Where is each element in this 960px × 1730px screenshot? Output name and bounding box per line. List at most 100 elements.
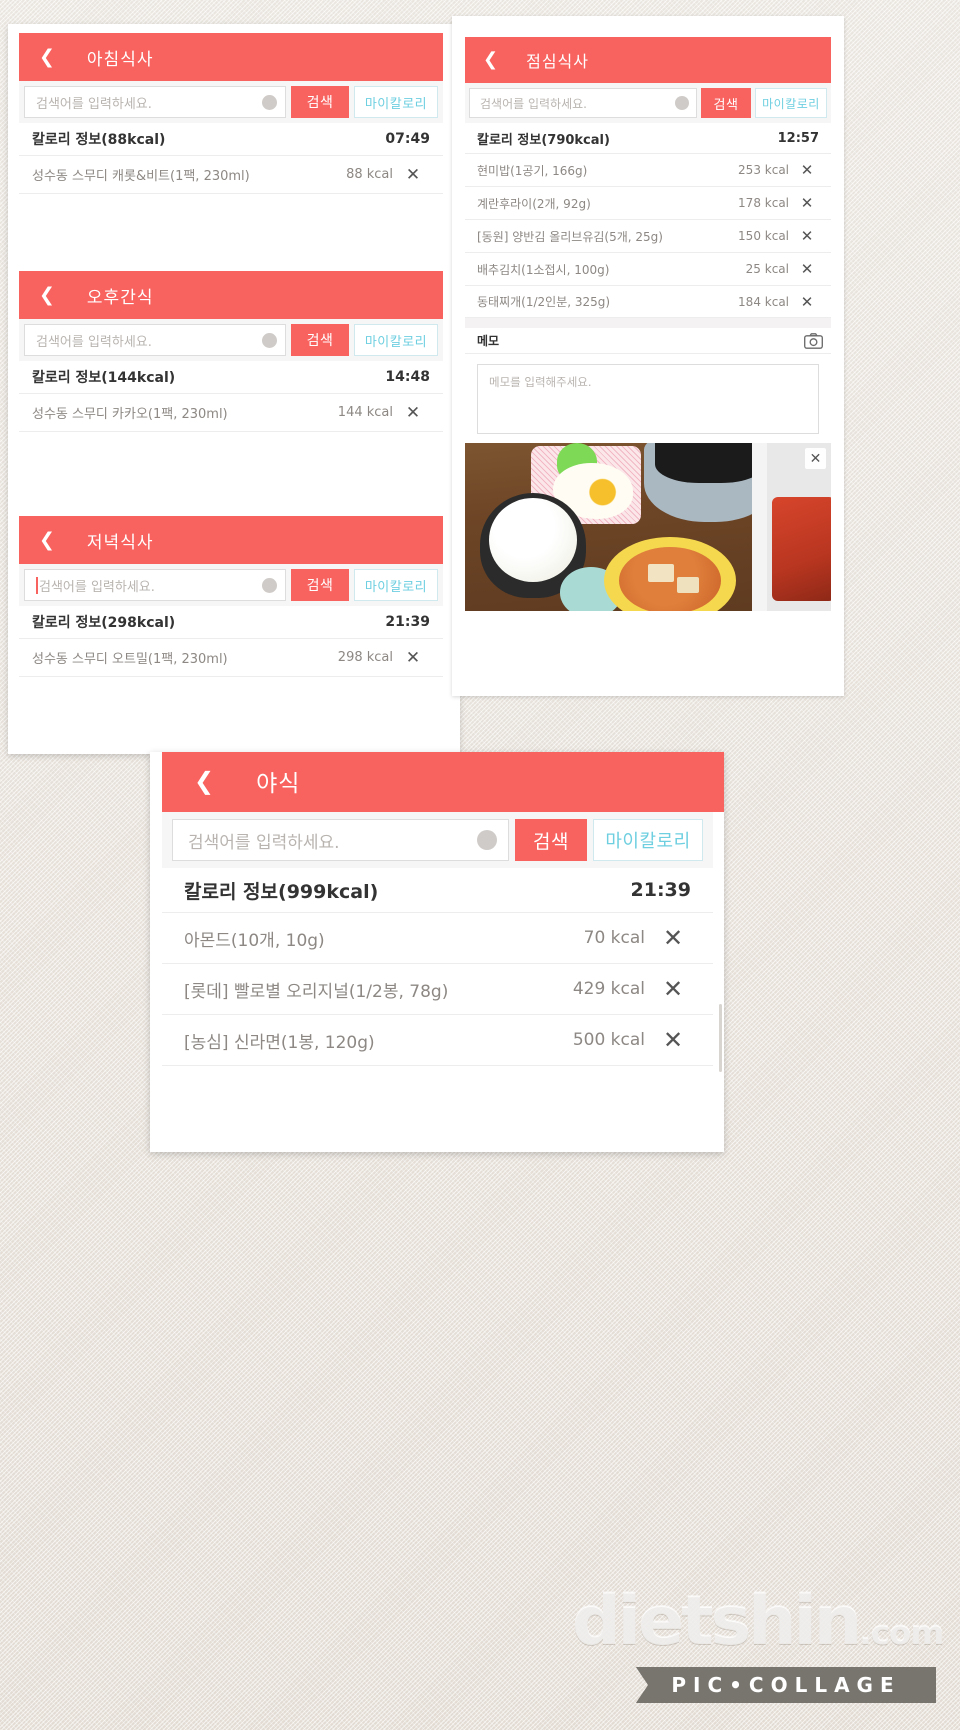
search-button[interactable]: 검색 (291, 569, 349, 601)
lunch-search-input[interactable]: 검색어를 입력하세요. (469, 88, 697, 118)
back-icon[interactable]: ❮ (39, 47, 55, 67)
search-button[interactable]: 검색 (701, 88, 751, 118)
food-kcal: 178 kcal (738, 196, 789, 210)
afternoon-snack-calorie-label: 칼로리 정보(144kcal) (32, 370, 176, 386)
late-night-calorie-label: 칼로리 정보(999kcal) (184, 880, 379, 903)
breakfast-summary: 칼로리 정보(88kcal) 07:49 (19, 123, 443, 155)
afternoon-snack-list-end (19, 431, 443, 453)
dinner-time: 21:39 (385, 614, 430, 630)
back-icon[interactable]: ❮ (39, 530, 55, 550)
table-row[interactable]: 계란후라이(2개, 92g) 178 kcal ✕ (465, 186, 831, 219)
late-night-header: ❮ 야식 (162, 752, 724, 812)
breakfast-calorie-label: 칼로리 정보(88kcal) (32, 132, 166, 148)
food-kcal: 88 kcal (346, 167, 393, 182)
mycalorie-button[interactable]: 마이칼로리 (354, 86, 438, 118)
photo-stew-tofu (648, 563, 674, 583)
camera-icon[interactable] (804, 332, 823, 349)
mycalorie-button[interactable]: 마이칼로리 (755, 88, 827, 118)
delete-icon[interactable]: ✕ (645, 1026, 701, 1054)
search-button[interactable]: 검색 (291, 86, 349, 118)
food-name: [동원] 양반김 올리브유김(5개, 25g) (477, 229, 663, 244)
clear-icon[interactable] (262, 94, 277, 110)
photo-container-lid (752, 443, 767, 611)
delete-icon[interactable]: ✕ (393, 165, 433, 185)
memo-header: 메모 (465, 328, 831, 354)
memo-textarea[interactable]: 메모를 입력해주세요. (477, 364, 819, 434)
table-row[interactable]: 성수동 스무디 오트밀(1팩, 230ml) 298 kcal ✕ (19, 638, 443, 676)
afternoon-snack-search-input[interactable]: 검색어를 입력하세요. (24, 324, 286, 356)
table-row[interactable]: 아몬드(10개, 10g) 70 kcal ✕ (162, 912, 713, 963)
breakfast-time: 07:49 (385, 131, 430, 147)
back-icon[interactable]: ❮ (483, 51, 498, 69)
search-placeholder: 검색어를 입력하세요. (36, 334, 152, 350)
dinner-header: ❮ 저녁식사 (19, 516, 443, 564)
dinner-search-input[interactable]: 검색어를 입력하세요. (24, 569, 286, 601)
memo-placeholder: 메모를 입력해주세요. (489, 375, 592, 389)
clear-icon[interactable] (262, 332, 277, 348)
delete-icon[interactable]: ✕ (645, 975, 701, 1003)
back-icon[interactable]: ❮ (39, 285, 55, 305)
lunch-time: 12:57 (777, 130, 819, 146)
clear-icon[interactable] (477, 830, 497, 850)
photo-seaweed (655, 443, 766, 484)
breakfast-search-input[interactable]: 검색어를 입력하세요. (24, 86, 286, 118)
table-row[interactable]: 성수동 스무디 캐롯&비트(1팩, 230ml) 88 kcal ✕ (19, 155, 443, 193)
lunch-calorie-label: 칼로리 정보(790kcal) (477, 132, 610, 148)
mycalorie-button[interactable]: 마이칼로리 (354, 324, 438, 356)
food-kcal: 150 kcal (738, 229, 789, 243)
search-placeholder: 검색어를 입력하세요. (188, 832, 340, 853)
delete-icon[interactable]: ✕ (789, 293, 825, 311)
back-icon[interactable]: ❮ (194, 769, 214, 793)
dietshin-watermark-domain: .com (859, 1614, 944, 1652)
search-placeholder: 검색어를 입력하세요. (36, 96, 152, 112)
piccollage-label: PIC•COLLAGE (671, 1673, 901, 1697)
delete-icon[interactable]: ✕ (789, 161, 825, 179)
table-row[interactable]: 배추김치(1소접시, 100g) 25 kcal ✕ (465, 252, 831, 285)
food-name: 동태찌개(1/2인분, 325g) (477, 295, 611, 309)
breakfast-screen: ❮ 아침식사 검색어를 입력하세요. 검색 마이칼로리 칼로리 정보(88kca… (19, 33, 443, 223)
table-row[interactable]: 현미밥(1공기, 166g) 253 kcal ✕ (465, 153, 831, 186)
photo-close-button[interactable]: ✕ (805, 448, 826, 469)
photo-kimchi (772, 496, 831, 601)
lunch-title: 점심식사 (526, 52, 589, 71)
table-row[interactable]: [동원] 양반김 올리브유김(5개, 25g) 150 kcal ✕ (465, 219, 831, 252)
delete-icon[interactable]: ✕ (645, 924, 701, 952)
dietshin-watermark-text: dietshin (572, 1582, 862, 1661)
table-row[interactable]: 성수동 스무디 카카오(1팩, 230ml) 144 kcal ✕ (19, 393, 443, 431)
delete-icon[interactable]: ✕ (789, 194, 825, 212)
food-name: 아몬드(10개, 10g) (184, 930, 325, 951)
food-name: [농심] 신라면(1봉, 120g) (184, 1032, 375, 1053)
lunch-summary: 칼로리 정보(790kcal) 12:57 (465, 123, 831, 153)
food-name: 성수동 스무디 캐롯&비트(1팩, 230ml) (32, 169, 250, 184)
dinner-screen: ❮ 저녁식사 검색어를 입력하세요. 검색 마이칼로리 칼로리 정보(298kc… (19, 516, 443, 708)
meal-photo[interactable]: ✕ (465, 443, 831, 611)
food-kcal: 298 kcal (337, 650, 393, 665)
search-button[interactable]: 검색 (291, 324, 349, 356)
table-row[interactable]: [농심] 신라면(1봉, 120g) 500 kcal ✕ (162, 1014, 713, 1065)
search-button[interactable]: 검색 (515, 819, 587, 861)
clear-icon[interactable] (262, 577, 277, 593)
delete-icon[interactable]: ✕ (789, 260, 825, 278)
late-night-search-input[interactable]: 검색어를 입력하세요. (172, 819, 509, 861)
mycalorie-button[interactable]: 마이칼로리 (354, 569, 438, 601)
afternoon-snack-summary: 칼로리 정보(144kcal) 14:48 (19, 361, 443, 393)
photo-rice (488, 498, 577, 583)
table-row[interactable]: [롯데] 빨로별 오리지널(1/2봉, 78g) 429 kcal ✕ (162, 963, 713, 1014)
delete-icon[interactable]: ✕ (393, 648, 433, 668)
clear-icon[interactable] (675, 96, 689, 110)
memo-gap (465, 318, 831, 328)
delete-icon[interactable]: ✕ (393, 403, 433, 423)
late-night-scroll-indicator[interactable] (719, 1004, 722, 1072)
food-kcal: 429 kcal (572, 979, 645, 999)
table-row[interactable]: 동태찌개(1/2인분, 325g) 184 kcal ✕ (465, 285, 831, 318)
late-night-title: 야식 (256, 771, 301, 797)
left-screenshot-sheet: ❮ 아침식사 검색어를 입력하세요. 검색 마이칼로리 칼로리 정보(88kca… (8, 24, 460, 754)
food-kcal: 500 kcal (572, 1030, 645, 1050)
food-kcal: 25 kcal (745, 262, 789, 276)
breakfast-search-row: 검색어를 입력하세요. 검색 마이칼로리 (19, 81, 443, 123)
mycalorie-button[interactable]: 마이칼로리 (593, 819, 703, 861)
afternoon-snack-title: 오후간식 (86, 287, 154, 308)
delete-icon[interactable]: ✕ (789, 227, 825, 245)
food-name: [롯데] 빨로별 오리지널(1/2봉, 78g) (184, 981, 449, 1002)
dinner-summary: 칼로리 정보(298kcal) 21:39 (19, 606, 443, 638)
